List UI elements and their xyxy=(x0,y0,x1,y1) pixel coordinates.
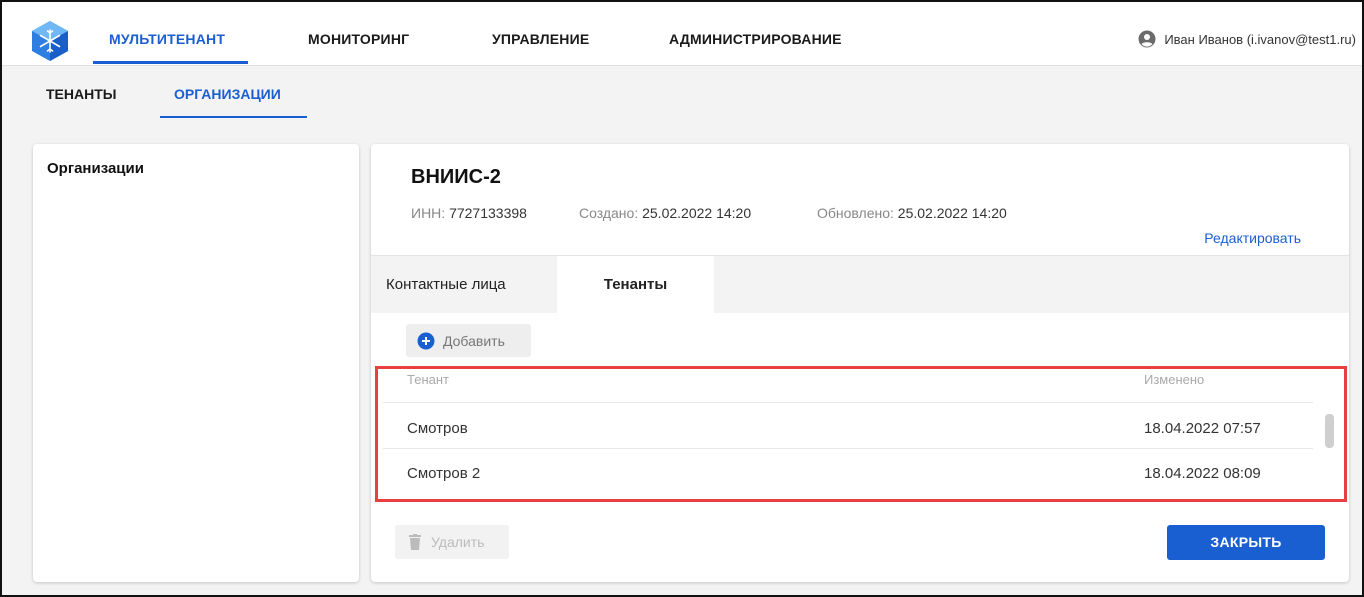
plus-circle-icon xyxy=(417,332,435,349)
nav-active-indicator xyxy=(93,61,248,64)
delete-button[interactable]: Удалить xyxy=(395,525,509,559)
account-circle-icon xyxy=(1138,30,1156,48)
updated-label: Обновлено: xyxy=(817,205,894,221)
tab-detail-tenants[interactable]: Тенанты xyxy=(557,256,714,314)
user-name: Иван Иванов (i.ivanov@test1.ru) xyxy=(1164,31,1356,47)
subtab-active-indicator xyxy=(160,116,307,118)
updated-value: 25.02.2022 14:20 xyxy=(897,205,1007,221)
add-button-label: Добавить xyxy=(443,332,505,349)
sub-tabs: ТЕНАНТЫ ОРГАНИЗАЦИИ xyxy=(2,66,1362,126)
tab-contacts[interactable]: Контактные лица xyxy=(386,256,506,314)
nav-monitoring[interactable]: МОНИТОРИНГ xyxy=(308,2,409,66)
tenant-cell: Смотров 2 xyxy=(407,465,481,482)
panel-title: Организации xyxy=(47,160,144,177)
snowflake-hexagon-logo[interactable] xyxy=(31,21,69,61)
edit-link[interactable]: Редактировать xyxy=(1204,230,1301,246)
created-value: 25.02.2022 14:20 xyxy=(642,205,752,221)
created-meta: Создано: 25.02.2022 14:20 xyxy=(579,205,751,221)
created-label: Создано: xyxy=(579,205,639,221)
modified-cell: 18.04.2022 08:09 xyxy=(1144,465,1261,482)
nav-multitenant[interactable]: МУЛЬТИТЕНАНТ xyxy=(109,2,225,66)
nav-administration[interactable]: АДМИНИСТРИРОВАНИЕ xyxy=(669,2,842,66)
nav-management[interactable]: УПРАВЛЕНИЕ xyxy=(492,2,589,66)
close-button[interactable]: ЗАКРЫТЬ xyxy=(1167,525,1325,560)
trash-icon xyxy=(409,534,421,550)
tab-organizations[interactable]: ОРГАНИЗАЦИИ xyxy=(174,66,281,116)
add-button[interactable]: Добавить xyxy=(406,324,531,357)
user-menu[interactable]: Иван Иванов (i.ivanov@test1.ru) xyxy=(1138,30,1356,48)
organizations-list-panel: Организации xyxy=(33,144,359,582)
header-divider xyxy=(383,402,1313,403)
row-divider xyxy=(383,448,1313,449)
inn-label: ИНН: xyxy=(411,205,446,221)
tenant-cell: Смотров xyxy=(407,420,468,437)
column-header-tenant[interactable]: Тенант xyxy=(407,372,449,387)
organization-name: ВНИИС-2 xyxy=(411,166,501,188)
modified-cell: 18.04.2022 07:57 xyxy=(1144,420,1261,437)
table-scrollbar[interactable] xyxy=(1325,414,1334,448)
inn-meta: ИНН: 7727133398 xyxy=(411,205,527,221)
tab-tenants[interactable]: ТЕНАНТЫ xyxy=(46,66,116,116)
detail-tabs: Контактные лица Тенанты xyxy=(371,255,1349,314)
column-header-modified[interactable]: Изменено xyxy=(1144,372,1204,387)
organization-details-panel: ВНИИС-2 ИНН: 7727133398 Создано: 25.02.2… xyxy=(371,144,1349,582)
inn-value: 7727133398 xyxy=(449,205,527,221)
delete-button-label: Удалить xyxy=(431,534,485,550)
top-navigation: МУЛЬТИТЕНАНТ МОНИТОРИНГ УПРАВЛЕНИЕ АДМИН… xyxy=(2,2,1362,66)
updated-meta: Обновлено: 25.02.2022 14:20 xyxy=(817,205,1007,221)
